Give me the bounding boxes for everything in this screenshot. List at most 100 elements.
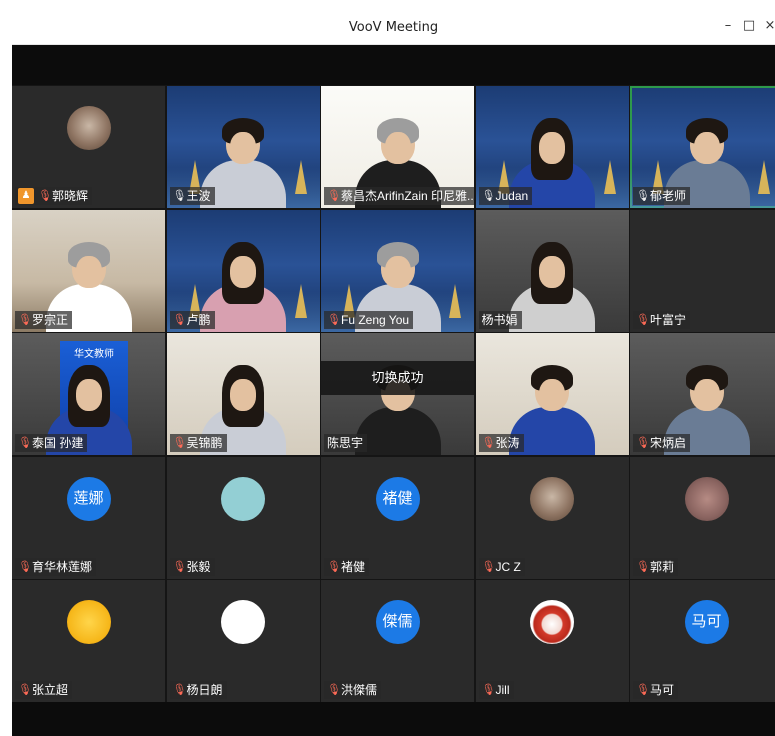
participant-nameplate: 🎙 张涛 [478,434,524,452]
participant-tile[interactable]: 🎙 吴锦鹏 [166,333,320,455]
participant-name: 吴锦鹏 [186,436,223,450]
microphone-icon: 🎙 [172,190,187,202]
participant-nameplate: 🎙 宋炳启 [633,434,691,452]
mic-muted-icon: 🎙 [38,190,52,202]
participant-nameplate: 🎙 马可 [633,681,679,699]
mic-muted-icon: 🎙 [172,437,187,449]
participant-tile[interactable]: 🎙 郭莉 [630,456,775,579]
participant-name: 育华林莲娜 [32,559,93,574]
mic-muted-icon: 🎙 [481,684,496,696]
mic-muted-icon: 🎙 [18,437,32,449]
participant-nameplate: 🎙 蔡昌杰ArifinZain 印尼雅... [324,187,474,205]
participant-tile[interactable]: 莲娜 🎙 育华林莲娜 [12,456,165,579]
participant-nameplate: 🎙 吴锦鹏 [169,434,227,452]
participant-nameplate: 🎙 育华林莲娜 [15,557,97,576]
close-button[interactable]: × [760,18,775,33]
mic-muted-icon: 🎙 [172,560,187,573]
participant-tile[interactable]: 切换成功 陈思宇 [321,333,474,455]
maximize-button[interactable]: □ [739,18,759,33]
participant-avatar [530,600,574,644]
participant-avatar [221,476,265,521]
mic-muted-icon: 🎙 [18,313,32,326]
participant-tile[interactable]: 🎙 杨日朗 [166,580,320,702]
participant-tile[interactable]: 🎙 蔡昌杰ArifinZain 印尼雅... [321,86,474,208]
participant-nameplate: 🎙 卢鹏 [169,310,215,329]
participant-tile[interactable]: 杨书娟 [475,209,629,332]
participant-name: 王波 [186,189,211,203]
participant-tile[interactable]: 🎙 张立超 [12,580,165,702]
participant-name: 洪傑儒 [341,683,378,697]
participant-tile[interactable]: 🎙 宋炳启 [630,333,775,455]
mic-muted-icon: 🎙 [636,313,650,326]
participant-nameplate: 🎙 王波 [169,187,215,205]
participant-name: 郁老师 [650,189,687,203]
participant-name: 张立超 [32,683,69,697]
mic-muted-icon: 🎙 [636,560,650,573]
participant-name: 郭晓辉 [52,189,89,203]
participant-nameplate: 🎙 JC Z [478,557,525,576]
mic-muted-icon: 🎙 [636,684,650,696]
participant-name: Fu Zeng You [341,312,410,327]
mic-muted-icon: 🎙 [172,313,187,326]
participant-name: 马可 [650,683,675,697]
microphone-icon: 🎙 [481,190,496,202]
participant-nameplate: 🎙 郭莉 [633,557,679,576]
participant-tile[interactable]: 🎙 叶富宁 [630,209,775,332]
participant-nameplate: 杨书娟 [478,310,522,329]
minimize-button[interactable]: – [718,18,738,33]
participant-tile[interactable]: 马可 🎙 马可 [630,580,775,702]
participant-nameplate: ♟ 🎙 郭晓辉 [15,187,93,205]
participant-nameplate: 🎙 泰国 孙建 [15,434,88,452]
backdrop-spire-icon [449,283,461,318]
window-title: VooV Meeting [348,20,439,35]
voov-meeting-window: VooV Meeting – □ × ♟ 🎙 郭晓辉 🎙 王波 🎙 蔡昌杰ArifinZai… [12,12,775,736]
banner-text: 华文教师 [74,349,114,360]
participant-tile[interactable]: 🎙 郁老师 [630,86,775,208]
participant-nameplate: 🎙 褚健 [324,557,370,576]
microphone-icon: 🎙 [636,190,650,202]
participant-nameplate: 🎙 叶富宁 [633,310,691,329]
participant-tile[interactable]: 🎙 JC Z [475,456,629,579]
participant-tile[interactable]: ♟ 🎙 郭晓辉 [12,86,165,208]
participant-name: 宋炳启 [650,436,687,450]
participant-tile[interactable]: 🎙 Jill [475,580,629,702]
participant-avatar [684,476,729,521]
participant-video-feed [509,241,595,332]
participant-nameplate: 🎙 Fu Zeng You [324,310,414,329]
participant-nameplate: 🎙 郁老师 [633,187,691,205]
participant-name: Judan [495,189,529,203]
participant-tile[interactable]: 傑儒 🎙 洪傑儒 [321,580,474,702]
mic-muted-icon: 🎙 [636,437,650,449]
mic-muted-icon: 🎙 [18,560,32,573]
participant-tile[interactable]: 🎙 Fu Zeng You [321,209,474,332]
participant-tile[interactable]: 🎙 Judan [475,86,629,208]
participant-tile[interactable]: 🎙 卢鹏 [166,209,320,332]
participant-tile[interactable]: 褚健 🎙 褚健 [321,456,474,579]
title-bar: VooV Meeting – □ × [12,12,775,45]
participant-nameplate: 🎙 罗宗正 [15,310,73,329]
participant-nameplate: 陈思宇 [324,434,368,452]
backdrop-spire-icon [294,160,307,194]
participant-name: 卢鹏 [186,312,211,327]
participant-name: 杨书娟 [481,312,518,327]
participant-nameplate: 🎙 Jill [478,681,514,699]
participant-name: 蔡昌杰ArifinZain 印尼雅... [341,189,474,203]
participant-nameplate: 🎙 Judan [478,187,533,205]
participant-tile[interactable]: 华文教师 🎙 泰国 孙建 [12,333,165,455]
participant-tile[interactable]: 🎙 张毅 [166,456,320,579]
backdrop-spire-icon [603,160,616,194]
mic-muted-icon: 🎙 [327,190,341,202]
participant-avatar: 马可 [684,600,729,644]
participant-avatar [530,476,574,521]
mic-muted-icon: 🎙 [172,684,187,696]
participant-name: 陈思宇 [327,436,364,450]
participant-tile[interactable]: 🎙 罗宗正 [12,209,165,332]
participant-name: 叶富宁 [650,312,687,327]
participant-avatar [221,600,265,644]
participant-avatar: 傑儒 [375,600,420,644]
participant-tile[interactable]: 🎙 王波 [166,86,320,208]
participant-nameplate: 🎙 杨日朗 [169,681,227,699]
bottom-toolbar-area [12,702,775,736]
participant-tile[interactable]: 🎙 张涛 [475,333,629,455]
participant-name: 杨日朗 [186,683,223,697]
